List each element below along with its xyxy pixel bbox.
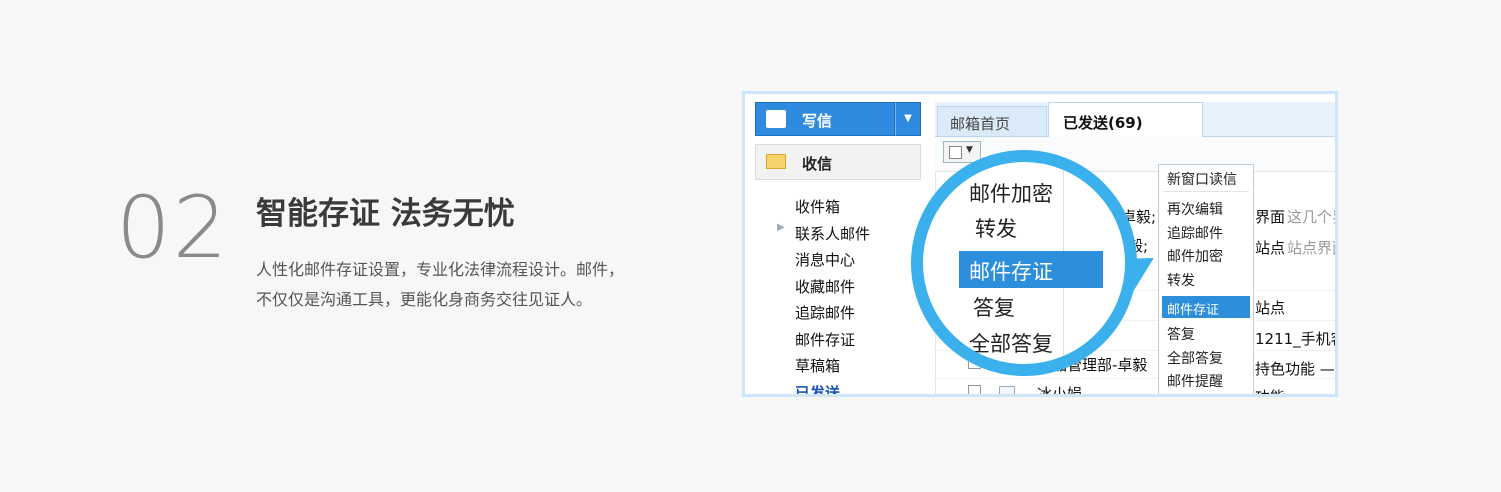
row-checkbox[interactable] <box>968 385 981 394</box>
list-text: 站点 <box>1255 239 1286 257</box>
sender-name: 冰小娟 <box>1037 385 1083 397</box>
folder-item-selected[interactable]: 已发送 <box>795 380 870 395</box>
subject-text: 持色功能 — <box>1255 360 1335 378</box>
compose-label: 写信 <box>802 112 833 130</box>
lens-item-forward: 转发 <box>975 217 1017 241</box>
tab-sent[interactable]: 已发送(69) <box>1048 102 1203 137</box>
compose-dropdown-button[interactable]: ▼ <box>895 102 921 136</box>
menu-item-track[interactable]: 追踪邮件 <box>1167 223 1223 243</box>
menu-item-new-window[interactable]: 新窗口读信 <box>1167 169 1237 189</box>
menu-item-reedit[interactable]: 再次编辑 <box>1167 199 1223 219</box>
magnifier-lens: 邮件加密 转发 邮件存证 答复 全部答复 <box>911 150 1137 376</box>
checkbox-icon <box>949 146 962 159</box>
inbox-label: 收信 <box>802 155 833 173</box>
lens-item-reply-all: 全部答复 <box>969 332 1053 356</box>
menu-item-reply[interactable]: 答复 <box>1167 324 1195 344</box>
folder-item[interactable]: 收件箱 <box>795 194 870 221</box>
folder-item[interactable]: 邮件存证 <box>795 327 870 354</box>
context-menu: 新窗口读信 再次编辑 追踪邮件 邮件加密 转发 邮件存证 答复 全部答复 邮件提… <box>1158 164 1254 394</box>
folder-list: 收件箱 联系人邮件 消息中心 收藏邮件 追踪邮件 邮件存证 草稿箱 已发送 <box>795 194 870 395</box>
menu-item-reply-all[interactable]: 全部答复 <box>1167 348 1223 368</box>
menu-item-encrypt[interactable]: 邮件加密 <box>1167 246 1223 266</box>
envelope-icon <box>766 154 786 169</box>
feature-description-line: 不仅仅是沟通工具，更能化身商务交往见证人。 <box>256 290 593 309</box>
list-text: 1211_手机客 <box>1255 330 1338 348</box>
inbox-button[interactable]: 收信 <box>755 144 921 180</box>
menu-item-remind[interactable]: 邮件提醒 <box>1167 371 1223 391</box>
chevron-down-icon: ▼ <box>966 145 973 155</box>
folder-item[interactable]: 联系人邮件 <box>795 221 870 248</box>
expand-arrow-icon[interactable]: ▶ <box>777 222 785 233</box>
folder-item[interactable]: 消息中心 <box>795 247 870 274</box>
menu-divider <box>1163 191 1249 192</box>
tab-mailbox-home[interactable]: 邮箱首页 <box>937 106 1047 136</box>
feature-number: 02 <box>116 178 230 278</box>
menu-item-forward[interactable]: 转发 <box>1167 270 1195 290</box>
feature-description-line: 人性化邮件存证设置，专业化法律流程设计。邮件， <box>256 260 625 279</box>
lens-item-reply: 答复 <box>973 296 1015 320</box>
list-text: 界面 <box>1255 208 1286 226</box>
subject-text: 功能 <box>1255 388 1286 397</box>
list-text: 这几个界 <box>1287 208 1335 226</box>
feature-description: 人性化邮件存证设置，专业化法律流程设计。邮件， 不仅仅是沟通工具，更能化身商务交… <box>256 255 696 315</box>
folder-item[interactable]: 收藏邮件 <box>795 274 870 301</box>
feature-title: 智能存证 法务无忧 <box>256 196 515 232</box>
compose-icon <box>766 110 786 128</box>
lens-item-encrypt: 邮件加密 <box>969 182 1053 206</box>
compose-button[interactable]: 写信 <box>755 102 895 136</box>
lens-item-certify: 邮件存证 <box>969 260 1053 284</box>
list-text: 站点 <box>1255 299 1286 317</box>
mail-read-icon <box>999 386 1015 394</box>
mail-client-screenshot: 写信 ▼ 收信 ▶ 收件箱 联系人邮件 消息中心 收藏邮件 追踪邮件 邮件存证 … <box>742 91 1338 397</box>
folder-item[interactable]: 追踪邮件 <box>795 300 870 327</box>
menu-item-certify[interactable]: 邮件存证 <box>1167 299 1219 318</box>
list-text: 站点界面 <box>1287 239 1335 257</box>
folder-item[interactable]: 草稿箱 <box>795 353 870 380</box>
